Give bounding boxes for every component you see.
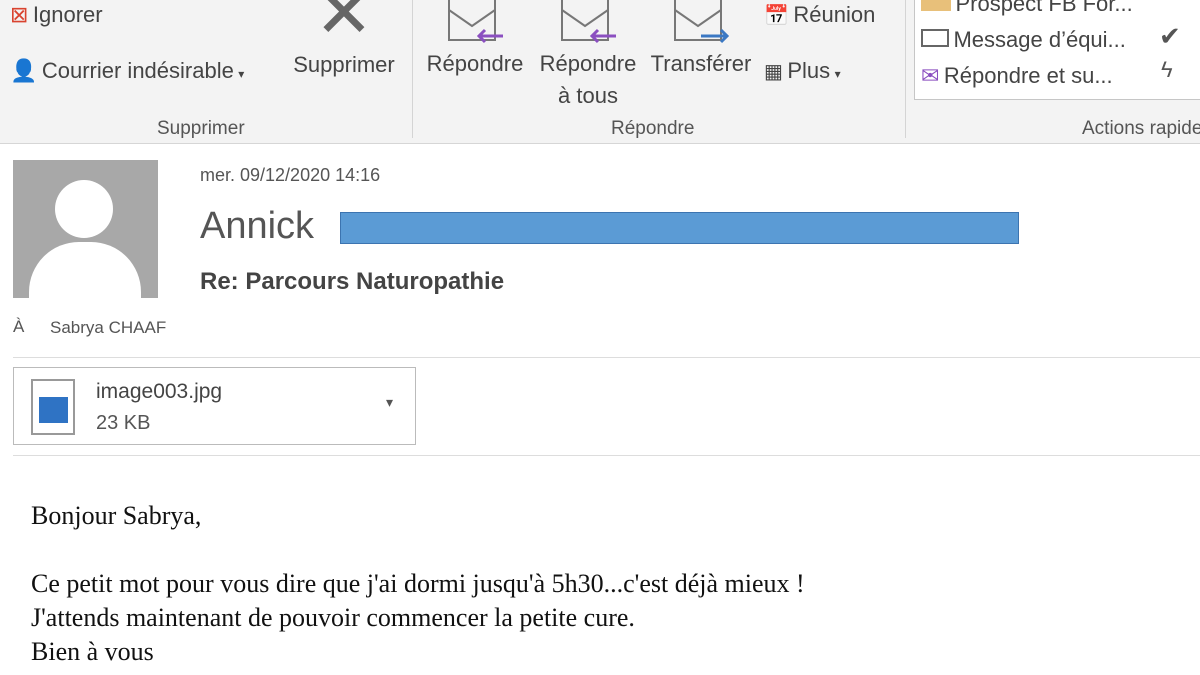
quick-steps-gallery: Prospect FB For... Message d’équi... ✉ R… — [914, 0, 1200, 100]
message-icon — [921, 29, 949, 47]
to-label: À — [13, 317, 25, 336]
quick-step-team-message[interactable]: Message d’équi... — [921, 27, 1126, 53]
junk-button[interactable]: 👤 Courrier indésirable ▾ — [10, 58, 244, 84]
reply-envelope-icon: ✉ — [921, 63, 940, 88]
image-file-icon — [31, 379, 75, 435]
more-icon: ▦ — [764, 61, 783, 83]
ribbon: ⊠ Ignorer 👤 Courrier indésirable ▾ ✕ Sup… — [0, 0, 1200, 144]
forward-envelope-icon — [674, 0, 730, 44]
sender-avatar — [13, 160, 158, 298]
reply-all-envelope-icon — [561, 0, 616, 44]
check-icon[interactable]: ✔ — [1159, 21, 1181, 52]
message-body: Bonjour Sabrya, Ce petit mot pour vous d… — [31, 501, 805, 666]
lightning-icon[interactable]: ϟ — [1161, 57, 1173, 83]
delete-button[interactable]: ✕ Supprimer — [288, 0, 400, 78]
reply-button[interactable]: Répondre — [423, 0, 527, 77]
redaction-bar — [340, 212, 1019, 244]
attachment[interactable]: image003.jpg 23 KB ▾ — [13, 367, 416, 445]
forward-button[interactable]: Transférer — [648, 0, 754, 77]
sender-name: Annick — [200, 205, 315, 247]
ignore-button[interactable]: ⊠ Ignorer — [10, 2, 103, 28]
quick-step-reply-delete[interactable]: ✉ Répondre et su... — [921, 63, 1113, 89]
divider — [13, 455, 1200, 456]
divider — [905, 0, 906, 138]
reply-envelope-icon — [448, 0, 503, 44]
chevron-down-icon: ▾ — [238, 67, 245, 81]
reply-all-button[interactable]: Répondre à tous — [535, 0, 641, 109]
meeting-button[interactable]: 📅 Réunion — [764, 2, 875, 28]
divider — [412, 0, 413, 138]
message-date: mer. 09/12/2020 14:16 — [200, 165, 381, 185]
message-subject: Re: Parcours Naturopathie — [200, 268, 505, 295]
ignore-icon: ⊠ — [10, 2, 29, 27]
divider — [13, 357, 1200, 358]
calendar-icon: 📅 — [764, 5, 789, 27]
delete-x-icon: ✕ — [314, 0, 374, 52]
recipient[interactable]: Sabrya CHAAF — [50, 318, 166, 338]
folder-icon — [921, 0, 951, 11]
quick-step-prospect[interactable]: Prospect FB For... — [921, 0, 1133, 17]
junk-user-icon: 👤 — [10, 58, 38, 83]
chevron-down-icon: ▾ — [834, 67, 841, 81]
chevron-down-icon[interactable]: ▾ — [386, 394, 393, 411]
more-button[interactable]: ▦ Plus ▾ — [764, 58, 841, 84]
